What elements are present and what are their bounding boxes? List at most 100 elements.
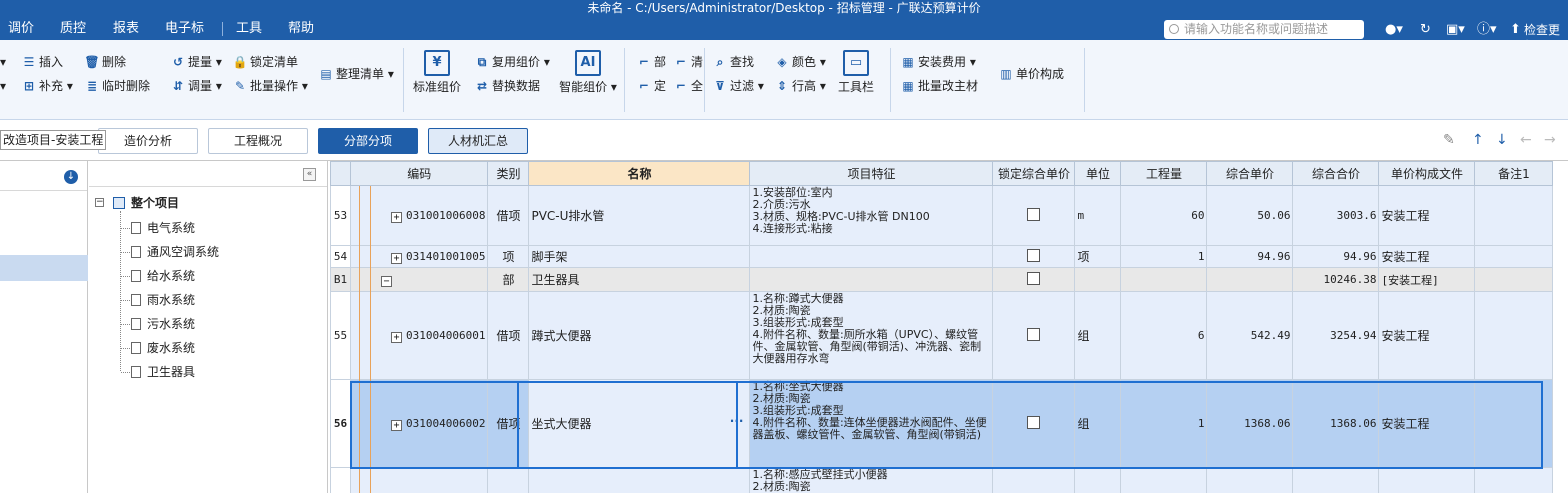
col-header-unit[interactable]: 单位 (1074, 161, 1122, 186)
col-header-name[interactable]: 名称 (528, 161, 751, 186)
remark-cell[interactable] (1474, 267, 1554, 292)
price-file-cell[interactable]: 安装工程 (1378, 185, 1476, 246)
lock-checkbox[interactable] (1027, 207, 1041, 221)
unit-price-cell[interactable] (1206, 267, 1294, 292)
replace-data-button[interactable]: ⇄ 替换数据 (474, 76, 540, 96)
features-cell[interactable]: 1.名称:坐式大便器 2.材质:陶瓷 3.组装形式:成套型 4.附件名称、数量:… (749, 379, 994, 468)
ribbon-dropdown-left[interactable]: ▾ (0, 52, 6, 72)
col-header-code[interactable]: 编码 (349, 161, 489, 186)
move-right-icon[interactable]: → (1544, 132, 1556, 148)
tree-item-rainwater[interactable]: 雨水系统 (131, 292, 195, 308)
total-price-cell[interactable]: 3003.6 (1292, 185, 1380, 246)
qing-button[interactable]: ⌐ 清 (673, 52, 703, 72)
lock-checkbox[interactable] (1027, 327, 1041, 341)
unit-price-cell[interactable]: 94.96 (1206, 245, 1294, 268)
remark-cell[interactable] (1474, 245, 1554, 268)
unit-cell[interactable] (1074, 267, 1122, 292)
ding-button[interactable]: ⌐ 定 (636, 76, 666, 96)
name-cell-editing[interactable]: 坐式大便器 ··· (528, 379, 751, 468)
remark-cell[interactable] (1474, 467, 1554, 493)
name-cell[interactable] (528, 467, 751, 493)
move-up-icon[interactable]: ↑ (1472, 132, 1484, 148)
name-cell[interactable]: 卫生器具 (528, 267, 751, 292)
price-file-cell[interactable] (1378, 467, 1476, 493)
row-height-button[interactable]: ⇕ 行高 ▾ (774, 76, 826, 96)
col-header-remark[interactable]: 备注1 (1474, 161, 1554, 186)
menu-tools[interactable]: 工具 (236, 20, 262, 38)
category-cell[interactable]: 部 (487, 267, 530, 292)
batch-main-material-button[interactable]: ▦ 批量改主材 (900, 76, 978, 96)
expand-icon[interactable]: + (391, 211, 402, 223)
total-price-cell[interactable] (1292, 467, 1380, 493)
total-price-cell[interactable]: 10246.38 (1292, 267, 1380, 292)
category-cell[interactable] (487, 467, 530, 493)
tree-item-sewage[interactable]: 污水系统 (131, 316, 195, 332)
col-header-total-price[interactable]: 综合合价 (1292, 161, 1380, 186)
price-file-cell[interactable]: [安装工程] (1378, 267, 1476, 292)
extract-button[interactable]: ↺ 提量 ▾ (170, 52, 222, 72)
name-cell[interactable]: 脚手架 (528, 245, 751, 268)
category-cell[interactable]: 项 (487, 245, 530, 268)
edit-icon[interactable]: ✎ (1443, 132, 1455, 148)
code-cell[interactable] (349, 467, 489, 493)
supplement-button[interactable]: ⊞ 补充 ▾ (21, 76, 73, 96)
total-price-cell[interactable]: 1368.06 (1292, 379, 1380, 468)
collapse-left-icon[interactable]: « (303, 168, 316, 181)
table-row[interactable]: 54 +031401001005 项 脚手架 项 1 94.96 94.96 安… (330, 245, 1554, 268)
quantity-cell[interactable]: 1 (1120, 245, 1208, 268)
quantity-cell[interactable]: 60 (1120, 185, 1208, 246)
tree-item-water-supply[interactable]: 给水系统 (131, 268, 195, 284)
toolbar-button[interactable]: ▭ 工具栏 (834, 50, 878, 95)
expand-icon[interactable]: + (391, 252, 402, 264)
more-options-icon[interactable]: ··· (730, 414, 744, 428)
total-price-cell[interactable]: 3254.94 (1292, 291, 1380, 380)
smart-price-button[interactable]: AI 智能组价 ▾ (557, 50, 619, 95)
menu-tiaojia[interactable]: 调价 (8, 20, 34, 38)
unit-price-cell[interactable]: 1368.06 (1206, 379, 1294, 468)
refresh-icon[interactable]: ↻ (1420, 22, 1431, 38)
delete-button[interactable]: 🗑 删除 (84, 52, 126, 72)
lock-checkbox[interactable] (1027, 415, 1041, 429)
move-left-icon[interactable]: ← (1520, 132, 1532, 148)
features-cell[interactable] (749, 267, 994, 292)
function-search-input[interactable]: 请输入功能名称或问题描述 (1164, 20, 1364, 39)
tree-item-sanitary[interactable]: 卫生器具 (131, 364, 195, 380)
sort-list-button[interactable]: ▤ 整理清单 ▾ (318, 64, 394, 84)
lock-checkbox[interactable] (1027, 248, 1041, 262)
find-button[interactable]: ⌕ 查找 (712, 52, 754, 72)
window-icon[interactable]: ▣▾ (1446, 22, 1465, 38)
collapse-icon[interactable]: − (381, 275, 392, 287)
unit-composition-button[interactable]: ▥ 单价构成 (998, 64, 1064, 84)
table-row-selected[interactable]: 56 +031004006002 借项 坐式大便器 ··· 1.名称:坐式大便器 … (330, 379, 1554, 468)
unit-price-cell[interactable]: 50.06 (1206, 185, 1294, 246)
lock-list-button[interactable]: 🔒 锁定清单 (232, 52, 299, 72)
tab-labor-summary[interactable]: 人材机汇总 (428, 128, 528, 154)
code-cell[interactable]: +031001006008 (349, 185, 489, 246)
name-cell[interactable]: PVC-U排水管 (528, 185, 751, 246)
batch-op-button[interactable]: ✎ 批量操作 ▾ (232, 76, 308, 96)
move-down-icon[interactable]: ↓ (1496, 132, 1508, 148)
tree-item-electrical[interactable]: 电气系统 (131, 220, 195, 236)
user-avatar-icon[interactable]: ●▾ (1385, 22, 1403, 38)
features-cell[interactable]: 1.名称:蹲式大便器 2.材质:陶瓷 3.组装形式:成套型 4.附件名称、数量:… (749, 291, 994, 380)
price-file-cell[interactable]: 安装工程 (1378, 245, 1476, 268)
features-cell[interactable]: 1.名称:感应式壁挂式小便器 2.材质:陶瓷 (749, 467, 994, 493)
category-cell[interactable]: 借项 (487, 185, 530, 246)
category-cell[interactable]: 借项 (487, 379, 530, 468)
reuse-price-button[interactable]: ⧉ 复用组价 ▾ (474, 52, 550, 72)
unit-cell[interactable] (1074, 467, 1122, 493)
tab-sub-items[interactable]: 分部分项 (318, 128, 418, 154)
remark-cell[interactable] (1474, 379, 1554, 468)
col-header-lock-price[interactable]: 锁定综合单价 (992, 161, 1076, 186)
col-header-features[interactable]: 项目特征 (749, 161, 994, 186)
std-price-button[interactable]: ¥ 标准组价 (412, 50, 462, 95)
color-button[interactable]: ◈ 颜色 ▾ (774, 52, 825, 72)
lock-price-cell[interactable] (992, 379, 1076, 468)
temp-delete-button[interactable]: ≣ 临时删除 (84, 76, 150, 96)
bu-button[interactable]: ⌐ 部 (636, 52, 666, 72)
table-row[interactable]: 53 +031001006008 借项 PVC-U排水管 1.安装部位:室内 2… (330, 185, 1554, 246)
menu-dianzibiao[interactable]: 电子标 (165, 20, 204, 38)
price-file-cell[interactable]: 安装工程 (1378, 379, 1476, 468)
expand-icon[interactable]: + (391, 419, 402, 431)
code-cell[interactable]: +031004006002 (349, 379, 489, 468)
